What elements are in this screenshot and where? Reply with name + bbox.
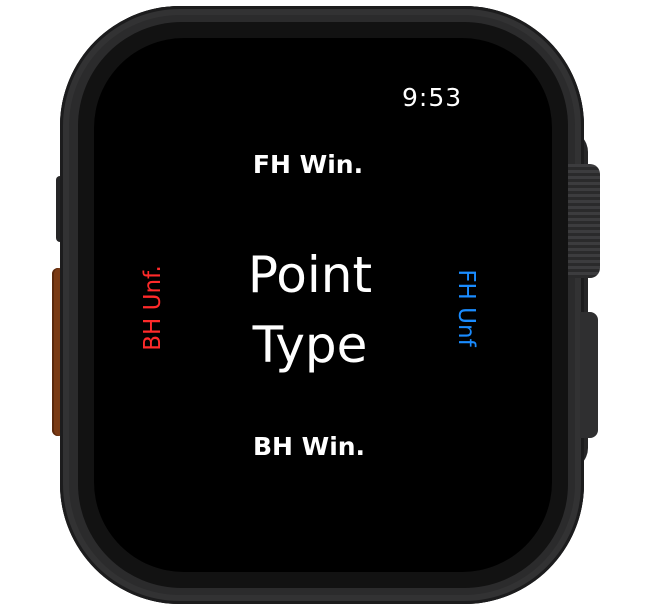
option-fh-winner[interactable]: FH Win. xyxy=(250,150,366,180)
option-fh-unforced[interactable]: FH Unf xyxy=(453,269,479,346)
option-bh-winner[interactable]: BH Win. xyxy=(248,432,370,462)
side-button[interactable] xyxy=(580,312,598,438)
option-bh-unforced[interactable]: BH Unf. xyxy=(140,265,166,351)
title-line-1: Point xyxy=(247,246,373,304)
status-time: 9:53 xyxy=(402,83,463,112)
title-line-2: Type xyxy=(252,316,368,374)
page-title: Point Type xyxy=(220,240,400,380)
watch-device: 9:53 FH Win. Point Type BH Unf. FH Unf B… xyxy=(0,0,656,610)
